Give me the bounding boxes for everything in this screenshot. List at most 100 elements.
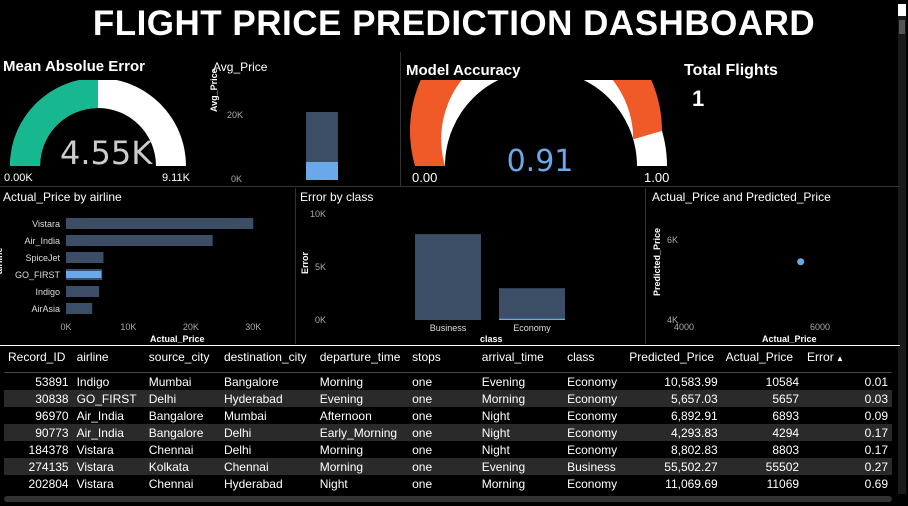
x-axis-label: Actual_Price [762, 334, 817, 344]
table-row[interactable]: 96970 Air_India Bangalore Mumbai Afternoon on… [4, 407, 892, 424]
table-cell: Chennai [148, 442, 194, 457]
table-cell: Mumbai [223, 408, 267, 423]
class-bar[interactable] [415, 234, 481, 320]
column-header-predicted-price[interactable]: Predicted_Price [625, 346, 722, 373]
airline-highlight-bar[interactable] [66, 271, 102, 278]
x-tick-label: 10K [120, 322, 136, 332]
category-label: GO_FIRST [15, 270, 61, 280]
y-axis-label: Error [300, 251, 310, 274]
avg-price-ylabel: Avg_Price [209, 68, 219, 112]
scroll-thumb[interactable] [899, 20, 905, 34]
horizontal-scrollbar[interactable] [4, 496, 892, 502]
table-cell: Evening [477, 458, 564, 475]
x-tick-label: 6000 [810, 322, 830, 332]
airline-bar[interactable] [66, 303, 93, 314]
avg-price-tile[interactable]: Avg_Price Avg_Price 20K 0K [205, 52, 395, 186]
table-cell: 55502 [721, 458, 804, 475]
mae-gauge-tile[interactable]: Mean Absolue Error 4.55K 0.00K 9.11K [0, 52, 200, 186]
table-cell: 11,069.69 [665, 476, 718, 491]
table-row[interactable]: 202804 Vistara Chennai Hyderabad Night one Mor… [4, 475, 892, 492]
column-header-destination-city[interactable]: destination_city [219, 346, 316, 373]
column-header-error[interactable]: Error ▲ [803, 346, 892, 373]
table-cell: 11069 [766, 476, 800, 491]
table-row[interactable]: 90773 Air_India Bangalore Delhi Early_Mornin… [4, 424, 892, 441]
category-label: Economy [513, 323, 551, 333]
x-tick-label: 30K [245, 322, 261, 332]
table-cell: one [408, 390, 478, 407]
table-cell: Bangalore [144, 424, 220, 441]
table-cell: 6,892.91 [670, 408, 718, 423]
column-header-stops[interactable]: stops [408, 346, 478, 373]
column-header-actual-price[interactable]: Actual_Price [721, 346, 804, 373]
column-header-airline[interactable]: airline [72, 346, 145, 373]
category-label: Vistara [32, 219, 60, 229]
page-scrollbar[interactable] [898, 4, 906, 494]
airline-bar[interactable] [66, 252, 104, 263]
table-cell: one [412, 442, 433, 457]
class-highlight-bar[interactable] [499, 318, 565, 320]
table-cell: 0.17 [803, 424, 892, 441]
category-label: Air_India [24, 236, 60, 246]
table-cell: Chennai [219, 458, 316, 475]
table-row[interactable]: 274135 Vistara Kolkata Chennai Morning one Eve… [4, 458, 892, 475]
table-header-row: Record_ID airline source_city destination_c… [4, 346, 892, 373]
table-cell: Vistara [76, 476, 114, 491]
table-cell: GO_FIRST [72, 390, 145, 407]
table-cell: Afternoon [319, 408, 372, 423]
mae-title: Mean Absolue Error [3, 58, 145, 75]
table-cell: Morning [319, 442, 364, 457]
column-header-class[interactable]: class [563, 346, 626, 373]
error-by-class-chart[interactable]: Error by class Business Economy 10K 5K 0K Er… [296, 188, 644, 344]
table-cell: 0.09 [864, 408, 888, 423]
category-label: Business [430, 323, 467, 333]
table-cell: Morning [319, 374, 364, 389]
scatter-point[interactable] [797, 258, 805, 266]
accuracy-value: 0.91 [506, 144, 574, 179]
category-label: AirAsia [31, 304, 60, 314]
column-header-departure-time[interactable]: departure_time [315, 346, 409, 373]
table-cell: one [412, 476, 433, 491]
actual-vs-predicted-chart[interactable]: Actual_Price and Predicted_Price 4000 600… [646, 188, 896, 344]
column-header-record-id[interactable]: Record_ID [4, 346, 73, 373]
table-cell: Night [481, 442, 510, 457]
airline-bar[interactable] [66, 286, 100, 297]
actual-price-by-airline-chart[interactable]: Actual_Price by airline Vistara Air_India… [0, 188, 294, 344]
sort-ascending-icon[interactable]: ▲ [834, 354, 844, 363]
airline-bar[interactable] [66, 235, 213, 246]
scroll-up-icon[interactable] [898, 4, 906, 16]
airline-bar[interactable] [66, 218, 254, 229]
table-cell: Economy [563, 424, 626, 441]
records-table: Record_ID airline source_city destination_c… [4, 346, 892, 492]
records-table-container[interactable]: Record_ID airline source_city destination_c… [4, 346, 892, 494]
table-row[interactable]: 30838 GO_FIRST Delhi Hyderabad Evening one Mor… [4, 390, 892, 407]
avg-price-tick: 0K [231, 174, 243, 184]
table-cell: Evening [315, 390, 409, 407]
table-cell: Kolkata [144, 458, 220, 475]
accuracy-gauge-tile[interactable]: Model Accuracy 0.91 0.00 1.00 [402, 52, 680, 186]
y-tick-label: 6K [667, 235, 678, 245]
total-flights-tile[interactable]: Total Flights 1 [684, 52, 894, 186]
table-row[interactable]: 53891 Indigo Mumbai Bangalore Morning one Even… [4, 373, 892, 391]
accuracy-min: 0.00 [412, 170, 438, 185]
table-cell: Economy [567, 442, 618, 457]
y-axis-label: airline [0, 247, 4, 274]
table-cell: Night [481, 408, 510, 423]
table-cell: Bangalore [148, 408, 204, 423]
table-cell: 8803 [772, 442, 800, 457]
table-cell: 202804 [28, 476, 69, 491]
avg-price-highlight-bar[interactable] [306, 162, 338, 180]
table-cell: Bangalore [223, 374, 279, 389]
column-header-source-city[interactable]: source_city [144, 346, 220, 373]
table-row[interactable]: 184378 Vistara Chennai Delhi Morning one Night… [4, 441, 892, 458]
y-tick-label: 5K [315, 262, 326, 272]
table-cell: Vistara [72, 458, 145, 475]
table-cell: 10,583.99 [664, 374, 718, 389]
table-cell: Vistara [76, 442, 114, 457]
class-bar[interactable] [499, 288, 565, 320]
table-cell: Morning [315, 458, 409, 475]
table-cell: Economy [567, 408, 618, 423]
table-cell: 53891 [35, 374, 69, 389]
column-header-arrival-time[interactable]: arrival_time [477, 346, 564, 373]
table-cell: Delhi [219, 424, 316, 441]
table-cell: one [412, 374, 433, 389]
